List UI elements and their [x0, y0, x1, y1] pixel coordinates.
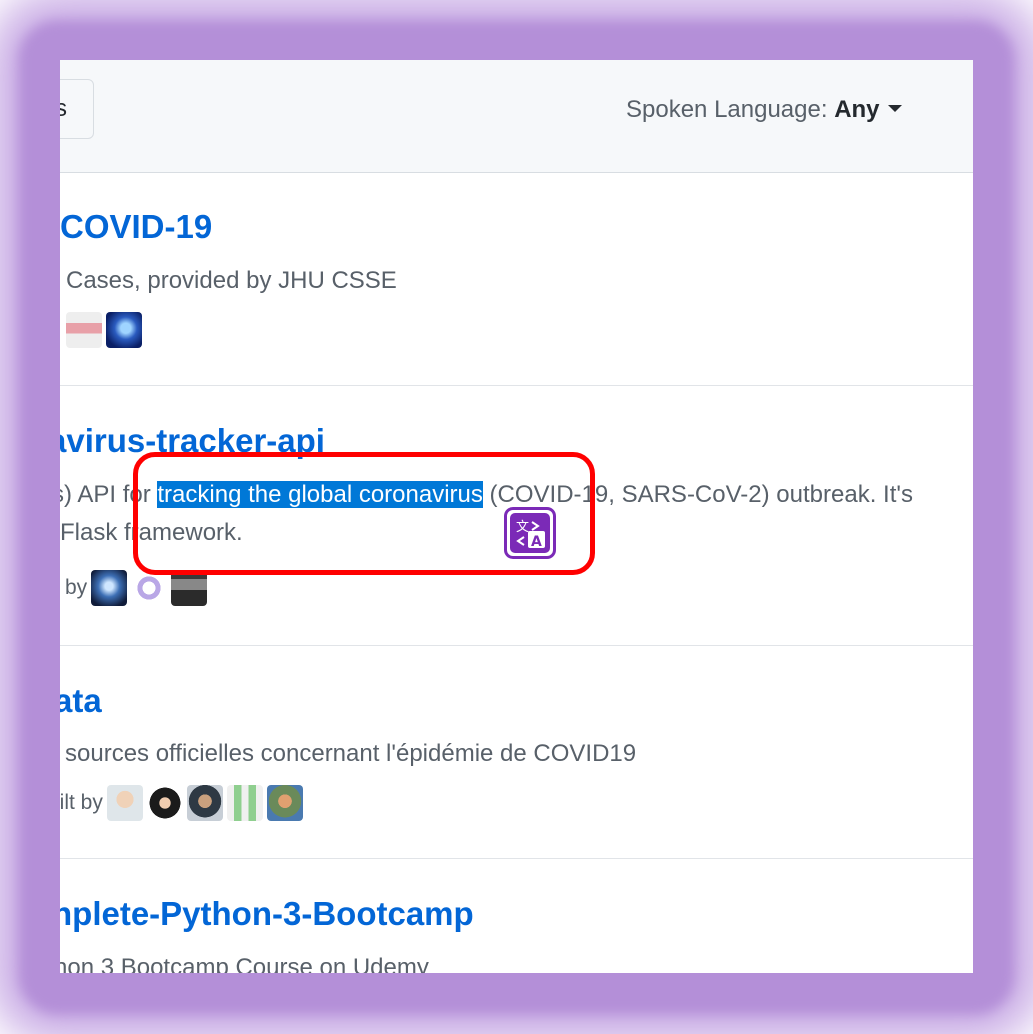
avatar[interactable] [106, 785, 143, 821]
avatar[interactable] [266, 785, 303, 821]
avatar[interactable] [131, 570, 168, 606]
built-by-label: ilt by [60, 576, 88, 599]
avatar[interactable] [146, 785, 183, 821]
repo-description: sources officielles concernant l'épidémi… [65, 740, 637, 767]
spoken-language-label: Spoken Language: [626, 96, 835, 123]
avatar[interactable] [171, 570, 208, 606]
spoken-language-value: Any [834, 96, 880, 123]
avatar[interactable] [106, 312, 142, 348]
svg-text:A: A [531, 534, 542, 549]
filter-button[interactable]: s [60, 79, 94, 139]
repo-title-link[interactable]: nplete-Python-3-Bootcamp [60, 895, 474, 933]
svg-text:文: 文 [516, 520, 529, 535]
filter-bar: s Spoken Language: Any [60, 60, 973, 173]
repo-item: ata sources officielles concernant l'épi… [60, 646, 973, 859]
built-by [66, 312, 142, 348]
caret-down-icon [887, 105, 902, 113]
repo-item: COVID-19 Cases, provided by JHU CSSE [60, 173, 973, 386]
built-by-label: uilt by [60, 791, 103, 814]
avatar[interactable] [66, 312, 102, 348]
avatar[interactable] [186, 785, 223, 821]
avatar[interactable] [91, 570, 128, 606]
repo-item: nplete-Python-3-Bootcamp non 3 Bootcamp … [60, 859, 973, 973]
spoken-language-dropdown[interactable]: Spoken Language: Any [626, 96, 902, 124]
avatar[interactable] [226, 785, 263, 821]
translate-icon: 文 A [510, 513, 550, 553]
repo-description: non 3 Bootcamp Course on Udemy [60, 954, 429, 973]
repo-title-link[interactable]: COVID-19 [60, 208, 212, 246]
repo-title-link[interactable]: ata [60, 682, 102, 720]
translate-button[interactable]: 文 A [504, 507, 556, 559]
built-by: ilt by [60, 570, 208, 606]
built-by: uilt by [60, 785, 303, 821]
repo-description: Cases, provided by JHU CSSE [66, 267, 397, 294]
